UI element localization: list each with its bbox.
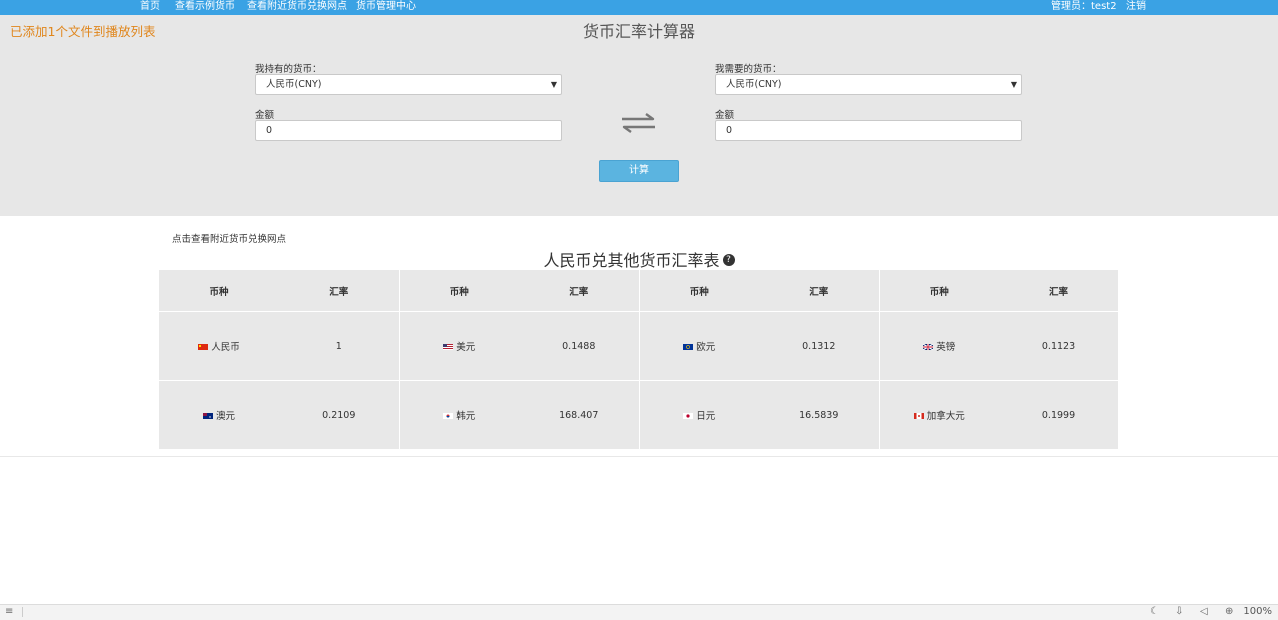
jp-flag-icon: [683, 412, 694, 419]
need-amount-label: 金额: [715, 110, 735, 121]
rate-cell: 0.1123: [999, 311, 1118, 381]
status-field: [22, 607, 1123, 617]
rate-cell: 16.5839: [799, 409, 839, 421]
help-icon[interactable]: ?: [722, 253, 735, 266]
have-amount-input[interactable]: 0: [255, 120, 562, 141]
need-amount-input[interactable]: 0: [715, 120, 1022, 141]
nearby-exchange-link[interactable]: 点击查看附近货币兑换网点: [172, 231, 286, 245]
swap-icon[interactable]: [620, 112, 657, 134]
rate-cell: 1: [279, 311, 399, 381]
rate-table-title: 人民币兑其他货币汇率表?: [0, 247, 1278, 271]
currency-name: 美元: [456, 342, 476, 353]
currency-name: 澳元: [215, 411, 235, 422]
rate-cell: 0.1488: [519, 311, 639, 381]
playlist-icon[interactable]: ≡: [5, 606, 13, 617]
table-row: 澳元 0.2109 韩元 168.407 日元 16.5839 加拿大元 0.1…: [159, 380, 1118, 450]
currency-cell: 加拿大元: [878, 380, 999, 449]
currency-cell: 美元: [398, 311, 519, 381]
top-nav: 首页 查看示例货币 查看附近货币兑换网点 货币管理中心 管理员：test2 注销: [0, 0, 1278, 15]
ca-flag-icon: [913, 412, 924, 419]
rate-cell: 0.2109: [322, 409, 356, 421]
currency-cell: 英镑: [878, 311, 999, 381]
calculator-title: 货币汇率计算器: [582, 22, 695, 41]
need-currency-select[interactable]: 人民币(CNY) ▼: [715, 74, 1022, 95]
currency-name: 加拿大元: [926, 411, 965, 422]
rate-cell: 0.1312: [759, 311, 879, 381]
header-rate: 汇率: [999, 270, 1118, 312]
header-rate: 汇率: [519, 270, 639, 312]
need-currency-label: 我需要的货币：: [715, 64, 782, 75]
chevron-down-icon: ▼: [550, 80, 557, 89]
currency-name: 人民币: [211, 342, 240, 353]
currency-cell: 澳元: [159, 381, 279, 450]
currency-cell: 欧元: [638, 311, 759, 381]
currency-cell: 人民币: [159, 311, 279, 381]
nav-nearby-exchange[interactable]: 查看附近货币兑换网点: [247, 0, 347, 15]
rate-table: 币种 汇率 币种 汇率 币种 汇率 币种 汇率 人民币 1 美元 0.1488 …: [159, 270, 1118, 449]
need-currency-value: 人民币(CNY): [726, 79, 782, 90]
header-currency: 币种: [159, 270, 279, 312]
header-currency: 币种: [638, 270, 759, 312]
have-currency-label: 我持有的货币：: [255, 64, 322, 75]
us-flag-icon: [443, 343, 454, 350]
header-currency: 币种: [398, 270, 519, 312]
have-currency-select[interactable]: 人民币(CNY) ▼: [255, 74, 562, 95]
table-header-row: 币种 汇率 币种 汇率 币种 汇率 币种 汇率: [159, 270, 1118, 312]
currency-cell: 韩元: [398, 380, 519, 449]
rate-cell: 168.407: [559, 409, 599, 421]
divider: [0, 456, 1278, 457]
calculate-button[interactable]: 计算: [599, 160, 679, 182]
have-amount-label: 金额: [255, 110, 275, 121]
kr-flag-icon: [443, 412, 454, 419]
rate-table-title-text: 人民币兑其他货币汇率表: [543, 251, 720, 270]
currency-cell: 日元: [638, 380, 759, 449]
have-currency-value: 人民币(CNY): [266, 79, 322, 90]
header-rate: 汇率: [279, 270, 399, 312]
currency-name: 日元: [696, 411, 716, 422]
download-icon[interactable]: ⇩: [1175, 606, 1183, 617]
status-bar: ≡ ☾ ⇩ ◁ ⊕ 100%: [0, 604, 1278, 620]
table-row: 人民币 1 美元 0.1488 欧元 0.1312 英镑 0.1123: [159, 311, 1118, 381]
cn-flag-icon: [198, 343, 209, 350]
currency-name: 英镑: [936, 342, 956, 353]
volume-icon[interactable]: ◁: [1200, 606, 1208, 617]
currency-name: 韩元: [456, 411, 476, 422]
zoom-level[interactable]: 100%: [1243, 606, 1272, 617]
header-currency: 币种: [878, 270, 999, 312]
nav-home[interactable]: 首页: [140, 0, 160, 15]
chevron-down-icon: ▼: [1010, 80, 1017, 89]
currency-name: 欧元: [696, 342, 716, 353]
zoom-icon[interactable]: ⊕: [1225, 606, 1233, 617]
eu-flag-icon: [683, 343, 694, 350]
nav-currency-admin[interactable]: 货币管理中心: [356, 0, 416, 15]
header-rate: 汇率: [759, 270, 879, 312]
au-flag-icon: [202, 412, 213, 419]
uk-flag-icon: [923, 343, 934, 350]
logout-link[interactable]: 注销: [1126, 0, 1146, 15]
moon-icon[interactable]: ☾: [1150, 606, 1159, 617]
rate-cell: 0.1999: [1041, 409, 1076, 421]
admin-user: 管理员：test2: [1051, 1, 1117, 12]
nav-sample-currency[interactable]: 查看示例货币: [175, 0, 235, 15]
